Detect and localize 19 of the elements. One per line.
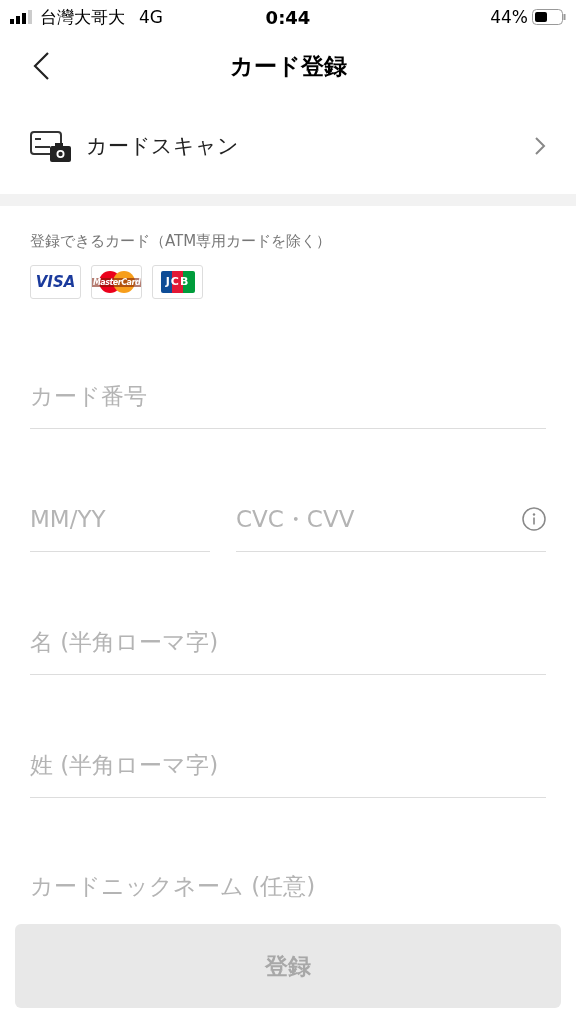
card-camera-icon <box>30 130 72 162</box>
clock-time: 0:44 <box>265 6 311 28</box>
text-field[interactable]: MM/YY <box>30 486 210 552</box>
text-field[interactable]: 姓 (半角ローマ字) <box>30 732 546 798</box>
text-field[interactable]: カードニックネーム (任意) <box>30 855 546 917</box>
network-type: 4G <box>139 7 163 27</box>
battery-icon <box>532 9 566 25</box>
battery-percent: 44% <box>490 7 528 27</box>
info-icon[interactable] <box>522 507 546 531</box>
accepted-cards-label: 登録できるカード（ATM専用カードを除く） <box>30 232 333 251</box>
signal-icon <box>10 10 34 24</box>
text-field[interactable]: CVC・CVV <box>236 486 546 552</box>
text-field[interactable]: カード番号 <box>30 363 546 429</box>
carrier-name: 台灣大哥大 <box>40 5 125 29</box>
mastercard-logo: MasterCard <box>91 265 142 299</box>
chevron-right-icon <box>534 136 546 156</box>
visa-logo: VISA <box>30 265 81 299</box>
page-title: カード登録 <box>229 51 347 81</box>
text-field[interactable]: 名 (半角ローマ字) <box>30 609 546 675</box>
